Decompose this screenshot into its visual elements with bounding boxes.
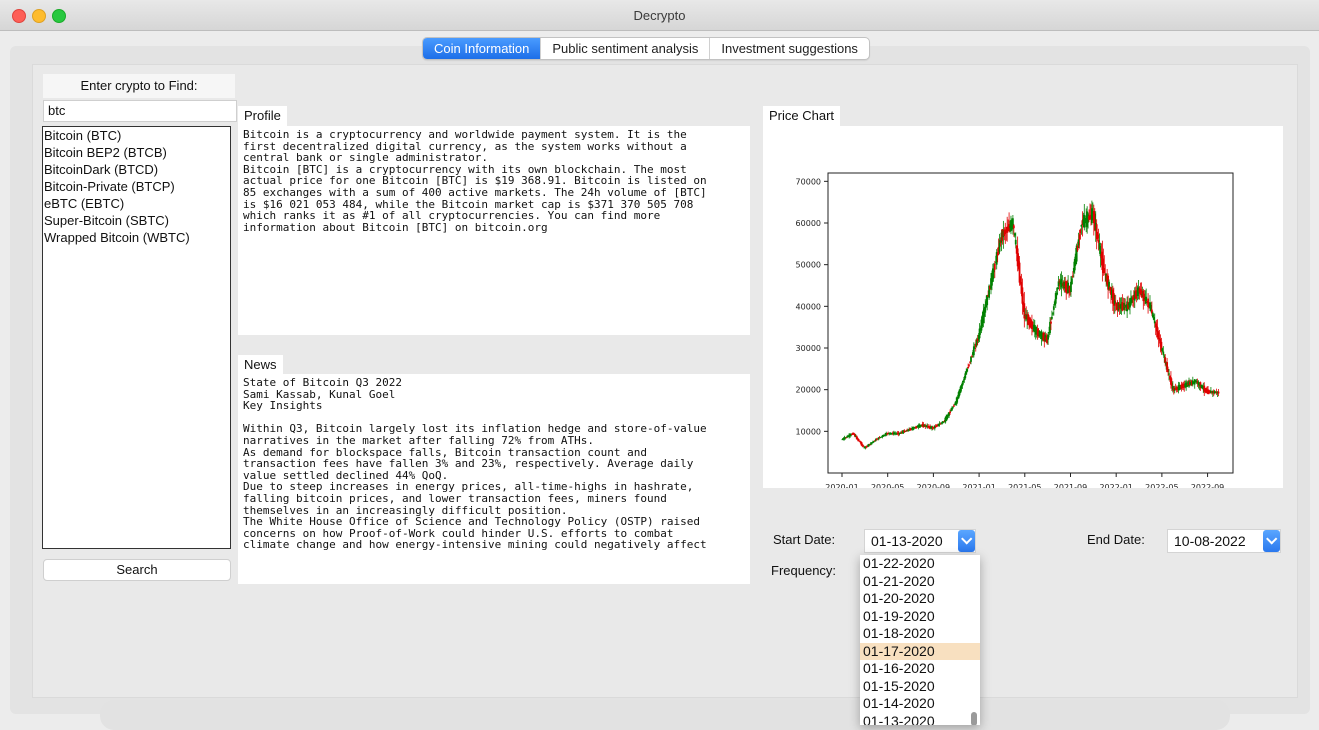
profile-text: Bitcoin is a cryptocurrency and worldwid… xyxy=(238,126,750,335)
x-tick-label: 2020-01 xyxy=(825,483,858,488)
candle-body xyxy=(1051,316,1053,319)
search-button[interactable]: Search xyxy=(43,559,231,581)
candle-body xyxy=(1014,239,1017,245)
dropdown-option[interactable]: 01-20-2020 xyxy=(860,590,980,608)
y-tick-label: 70000 xyxy=(796,177,821,186)
x-tick-label: 2022-05 xyxy=(1145,483,1178,488)
start-date-label: Start Date: xyxy=(773,532,836,547)
tab-bar: Coin Information Public sentiment analys… xyxy=(422,37,870,60)
dropdown-option[interactable]: 01-15-2020 xyxy=(860,678,980,696)
candle-body xyxy=(968,364,970,366)
dropdown-option[interactable]: 01-13-2020 xyxy=(860,713,980,726)
candle-body xyxy=(1168,373,1170,375)
dropdown-option[interactable]: 01-18-2020 xyxy=(860,625,980,643)
list-item[interactable]: Bitcoin-Private (BTCP) xyxy=(43,178,230,195)
dropdown-option[interactable]: 01-14-2020 xyxy=(860,695,980,713)
dropdown-option-highlighted[interactable]: 01-17-2020 xyxy=(860,642,980,660)
list-item[interactable]: Super-Bitcoin (SBTC) xyxy=(43,212,230,229)
end-date-label: End Date: xyxy=(1087,532,1145,547)
chevron-down-icon[interactable] xyxy=(958,530,975,552)
x-tick-label: 2021-05 xyxy=(1008,483,1041,488)
x-tick-label: 2022-01 xyxy=(1099,483,1132,488)
coin-results-list[interactable]: Bitcoin (BTC) Bitcoin BEP2 (BTCB) Bitcoi… xyxy=(42,126,231,549)
window-title: Decrypto xyxy=(633,8,686,23)
candle-body xyxy=(949,411,951,414)
search-label: Enter crypto to Find: xyxy=(43,74,235,98)
list-item[interactable]: Bitcoin BEP2 (BTCB) xyxy=(43,144,230,161)
tab-coin-information[interactable]: Coin Information xyxy=(423,38,542,59)
list-item[interactable]: Bitcoin (BTC) xyxy=(43,127,230,144)
dropdown-scrollbar[interactable] xyxy=(971,712,977,725)
search-input[interactable]: btc xyxy=(43,100,237,122)
price-chart: 10000 20000 30000 40000 50000 60000 70000 2020… xyxy=(796,172,1234,492)
x-tick-label: 2021-01 xyxy=(962,483,995,488)
dropdown-option[interactable]: 01-16-2020 xyxy=(860,660,980,678)
list-item[interactable]: eBTC (EBTC) xyxy=(43,195,230,212)
dropdown-option[interactable]: 01-19-2020 xyxy=(860,608,980,626)
start-date-value: 01-13-2020 xyxy=(871,533,943,549)
frequency-label: Frequency: xyxy=(771,563,837,578)
candle-body xyxy=(1217,391,1220,394)
y-tick-label: 50000 xyxy=(796,261,821,270)
chevron-down-icon[interactable] xyxy=(1263,530,1280,552)
price-chart-panel: 10000 20000 30000 40000 50000 60000 70000 2020… xyxy=(763,126,1283,492)
tab-investment-suggestions[interactable]: Investment suggestions xyxy=(710,38,869,59)
dropdown-option[interactable]: 01-21-2020 xyxy=(860,573,980,591)
y-tick-label: 40000 xyxy=(796,302,821,311)
tab-public-sentiment-analysis[interactable]: Public sentiment analysis xyxy=(541,38,711,59)
candle-body xyxy=(966,368,969,372)
list-item[interactable]: Wrapped Bitcoin (WBTC) xyxy=(43,229,230,246)
news-heading: News xyxy=(238,355,283,375)
start-date-select[interactable]: 01-13-2020 xyxy=(865,530,975,552)
candle-body xyxy=(1052,306,1055,310)
profile-heading: Profile xyxy=(238,106,287,126)
candle-body xyxy=(967,367,970,369)
candle-body xyxy=(993,263,996,270)
x-tick-label: 2020-05 xyxy=(871,483,904,488)
y-tick-label: 10000 xyxy=(796,427,821,436)
y-tick-label: 20000 xyxy=(796,386,821,395)
price-chart-heading: Price Chart xyxy=(763,106,841,126)
candle-body xyxy=(1050,321,1052,324)
bottom-shadow xyxy=(100,700,1230,730)
candle-body xyxy=(1071,278,1073,285)
list-item[interactable]: BitcoinDark (BTCD) xyxy=(43,161,230,178)
y-tick-label: 60000 xyxy=(796,219,821,228)
end-date-value: 10-08-2022 xyxy=(1174,533,1246,549)
dropdown-option[interactable]: 01-22-2020 xyxy=(860,555,980,573)
candle-body xyxy=(1012,225,1015,229)
title-bar: Decrypto xyxy=(0,0,1319,31)
x-tick-label: 2022-09 xyxy=(1191,483,1224,488)
end-date-select[interactable]: 10-08-2022 xyxy=(1168,530,1280,552)
news-text[interactable]: State of Bitcoin Q3 2022 Sami Kassab, Ku… xyxy=(238,374,750,584)
candle-body xyxy=(875,439,878,441)
x-tick-label: 2020-09 xyxy=(917,483,950,488)
x-tick-label: 2021-09 xyxy=(1054,483,1087,488)
start-date-dropdown[interactable]: 01-22-2020 01-21-2020 01-20-2020 01-19-2… xyxy=(860,555,980,725)
candle-body xyxy=(952,405,955,407)
candle-body xyxy=(952,407,954,409)
y-tick-label: 30000 xyxy=(796,344,821,353)
